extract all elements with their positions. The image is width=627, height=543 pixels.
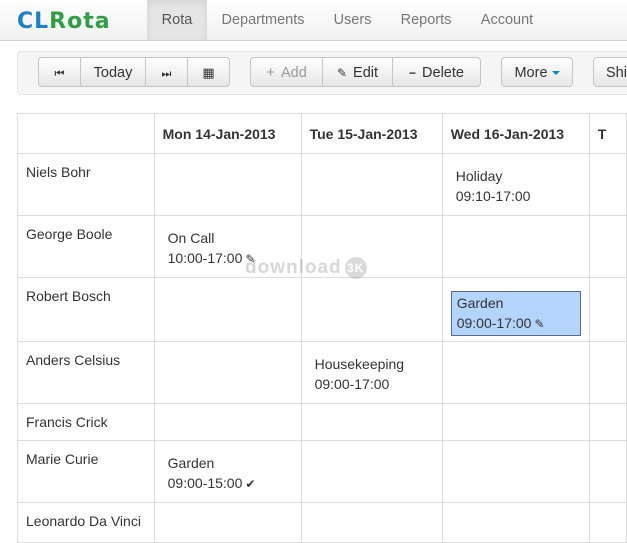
shift-title: Housekeeping <box>314 356 405 372</box>
shift-dropdown[interactable]: Shif <box>593 57 627 87</box>
shift-entry[interactable]: Housekeeping 09:00-17:00 <box>315 354 442 394</box>
staff-row: Robert Bosch Garden 09:00-17:00 ✎ <box>17 277 627 342</box>
shift-cell[interactable] <box>588 215 627 278</box>
nav-users[interactable]: Users <box>319 0 386 40</box>
staff-name: Marie Curie <box>17 440 155 503</box>
shift-cell[interactable] <box>153 502 302 543</box>
shift-entry[interactable]: Garden 09:00-15:00 ✔ <box>168 453 301 494</box>
add-label: Add <box>280 65 307 81</box>
staff-name: George Boole <box>17 215 155 278</box>
day-header[interactable]: Tue 15-Jan-2013 <box>300 113 443 154</box>
shift-title: On Call <box>167 230 215 246</box>
day-header[interactable]: Mon 14-Jan-2013 <box>153 113 302 154</box>
note-icon: ✎ <box>534 317 545 331</box>
shift-cell[interactable]: Holiday 09:10-17:00 <box>441 153 590 216</box>
calendar-icon: ▦ <box>202 65 215 80</box>
day-header[interactable]: T <box>588 113 627 154</box>
shift-time: 10:00-17:00 <box>167 250 243 266</box>
skip-back-icon: ⏮ <box>54 68 65 80</box>
rota-grid: Mon 14-Jan-2013 Tue 15-Jan-2013 Wed 16-J… <box>17 113 627 543</box>
nav-departments[interactable]: Departments <box>207 0 319 40</box>
staff-name: Niels Bohr <box>17 153 155 216</box>
corner-cell <box>17 113 155 154</box>
watermark: download 3K <box>245 257 367 279</box>
first-week-button[interactable]: ⏮ <box>38 57 81 87</box>
calendar-button[interactable]: ▦ <box>187 57 230 87</box>
shift-cell[interactable] <box>588 403 627 441</box>
shift-cell[interactable] <box>153 403 302 441</box>
grid-header-row: Mon 14-Jan-2013 Tue 15-Jan-2013 Wed 16-J… <box>17 113 627 154</box>
shift-cell[interactable] <box>300 153 443 216</box>
shift-cell[interactable] <box>300 440 443 503</box>
shift-cell[interactable] <box>588 502 627 543</box>
shift-cell[interactable] <box>300 502 443 543</box>
shift-title: Holiday <box>455 168 503 184</box>
day-header[interactable]: Wed 16-Jan-2013 <box>441 113 590 154</box>
shift-cell[interactable] <box>441 502 590 543</box>
shift-title: Garden <box>167 455 215 471</box>
shift-time: 09:00-15:00 <box>167 475 243 491</box>
watermark-badge: 3K <box>344 257 367 279</box>
shift-title: Garden <box>456 295 504 311</box>
staff-row: Francis Crick <box>17 403 627 441</box>
shift-cell[interactable] <box>153 341 302 404</box>
caret-down-icon <box>551 71 560 76</box>
delete-label: Delete <box>422 65 464 81</box>
minus-icon: − <box>409 66 417 80</box>
edit-label: Edit <box>353 65 379 81</box>
shift-cell[interactable] <box>588 440 627 503</box>
more-label: More <box>514 65 548 81</box>
watermark-text: download <box>245 257 342 279</box>
logo-part-1: CL <box>17 9 50 34</box>
staff-name: Leonardo Da Vinci <box>17 502 155 543</box>
shift-cell[interactable] <box>153 153 302 216</box>
pencil-icon: ✎ <box>336 66 348 80</box>
shift-cell[interactable]: Garden 09:00-15:00 ✔ <box>153 440 302 503</box>
today-button[interactable]: Today <box>80 57 146 87</box>
shift-time: 09:10-17:00 <box>455 188 531 204</box>
plus-icon: + <box>266 64 275 81</box>
logo-part-2: Rota <box>49 9 111 34</box>
shift-cell[interactable] <box>300 277 443 342</box>
skip-forward-icon: ⏭ <box>161 68 172 80</box>
rota-toolbar: ⏮ Today ⏭ ▦ + Add ✎ Edit −Delete More Shif <box>17 51 627 95</box>
shift-cell[interactable] <box>441 440 590 503</box>
shift-cell[interactable] <box>153 277 302 342</box>
staff-name: Robert Bosch <box>17 277 155 342</box>
staff-name: Anders Celsius <box>17 341 155 404</box>
nav-reports[interactable]: Reports <box>386 0 466 40</box>
staff-row: Anders Celsius Housekeeping 09:00-17:00 <box>17 341 627 404</box>
edit-button[interactable]: ✎ Edit <box>322 57 393 87</box>
shift-entry[interactable]: Holiday 09:10-17:00 <box>456 166 589 206</box>
shift-cell[interactable] <box>588 153 627 216</box>
delete-button[interactable]: − Delete <box>392 57 481 87</box>
shift-cell[interactable]: Housekeeping 09:00-17:00 <box>300 341 443 404</box>
add-button[interactable]: + Add <box>250 57 323 87</box>
shift-entry-selected[interactable]: Garden 09:00-17:00 ✎ <box>450 291 581 336</box>
staff-row: Niels Bohr Holiday 09:10-17:00 <box>17 153 627 216</box>
shift-time: 09:00-17:00 <box>314 376 390 392</box>
check-icon: ✔ <box>245 477 256 491</box>
shift-cell[interactable]: Garden 09:00-17:00 ✎ <box>441 277 590 342</box>
shift-cell[interactable] <box>441 341 590 404</box>
more-dropdown[interactable]: More <box>501 57 573 87</box>
staff-name: Francis Crick <box>17 403 155 441</box>
shift-cell[interactable] <box>441 403 590 441</box>
shift-time: 09:00-17:00 <box>456 315 532 331</box>
shift-cell[interactable] <box>300 403 443 441</box>
nav-rota[interactable]: Rota <box>147 0 207 40</box>
top-navbar: CLRota Rota Departments Users Reports Ac… <box>0 0 627 41</box>
shift-cell[interactable] <box>588 341 627 404</box>
shift-cell[interactable] <box>441 215 590 278</box>
app-logo[interactable]: CLRota <box>17 9 111 34</box>
nav-account[interactable]: Account <box>466 0 548 40</box>
next-week-button[interactable]: ⏭ <box>145 57 188 87</box>
shift-cell[interactable] <box>588 277 627 342</box>
staff-row: Marie Curie Garden 09:00-15:00 ✔ <box>17 440 627 503</box>
staff-row: Leonardo Da Vinci <box>17 502 627 543</box>
